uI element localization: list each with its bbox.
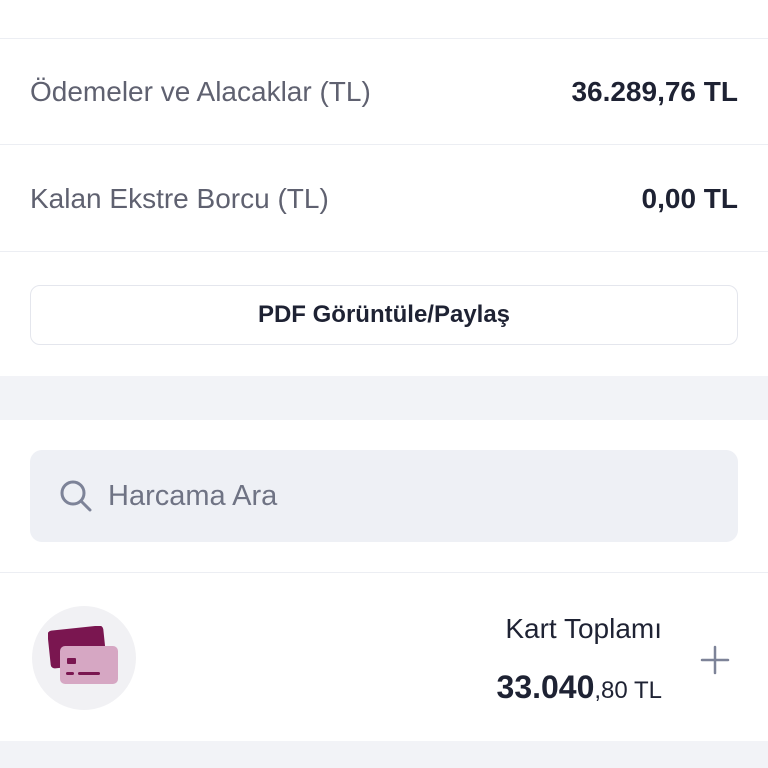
card-total-title: Kart Toplamı [505, 613, 662, 644]
statement-detail-page: Ödemeler ve Alacaklar (TL) 36.289,76 TL … [0, 0, 768, 768]
card-total-row[interactable]: Kart Toplamı 33.040,80 TL [0, 573, 768, 741]
credit-card-avatar [32, 606, 136, 710]
card-total-amount-decimal: ,80 TL [594, 677, 662, 704]
bottom-separator [0, 741, 768, 768]
remaining-debt-value: 0,00 TL [641, 182, 738, 214]
pdf-view-share-button[interactable]: PDF Görüntüle/Paylaş [30, 285, 738, 345]
search-input[interactable] [108, 450, 708, 542]
section-separator [0, 376, 768, 420]
credit-card-icon [48, 626, 118, 684]
search-icon [60, 480, 92, 512]
payments-credits-row: Ödemeler ve Alacaklar (TL) 36.289,76 TL [0, 39, 768, 145]
card-total-amount-integer: 33.040 [496, 669, 595, 705]
remaining-debt-label: Kalan Ekstre Borcu (TL) [30, 182, 329, 214]
payments-credits-value: 36.289,76 TL [571, 75, 738, 107]
transaction-search-bar[interactable] [30, 450, 738, 542]
plus-icon[interactable] [700, 645, 730, 675]
payments-credits-label: Ödemeler ve Alacaklar (TL) [30, 75, 371, 107]
partial-summary-row [0, 0, 768, 39]
card-total-amount: 33.040,80 TL [497, 669, 662, 706]
remaining-statement-debt-row: Kalan Ekstre Borcu (TL) 0,00 TL [0, 146, 768, 252]
